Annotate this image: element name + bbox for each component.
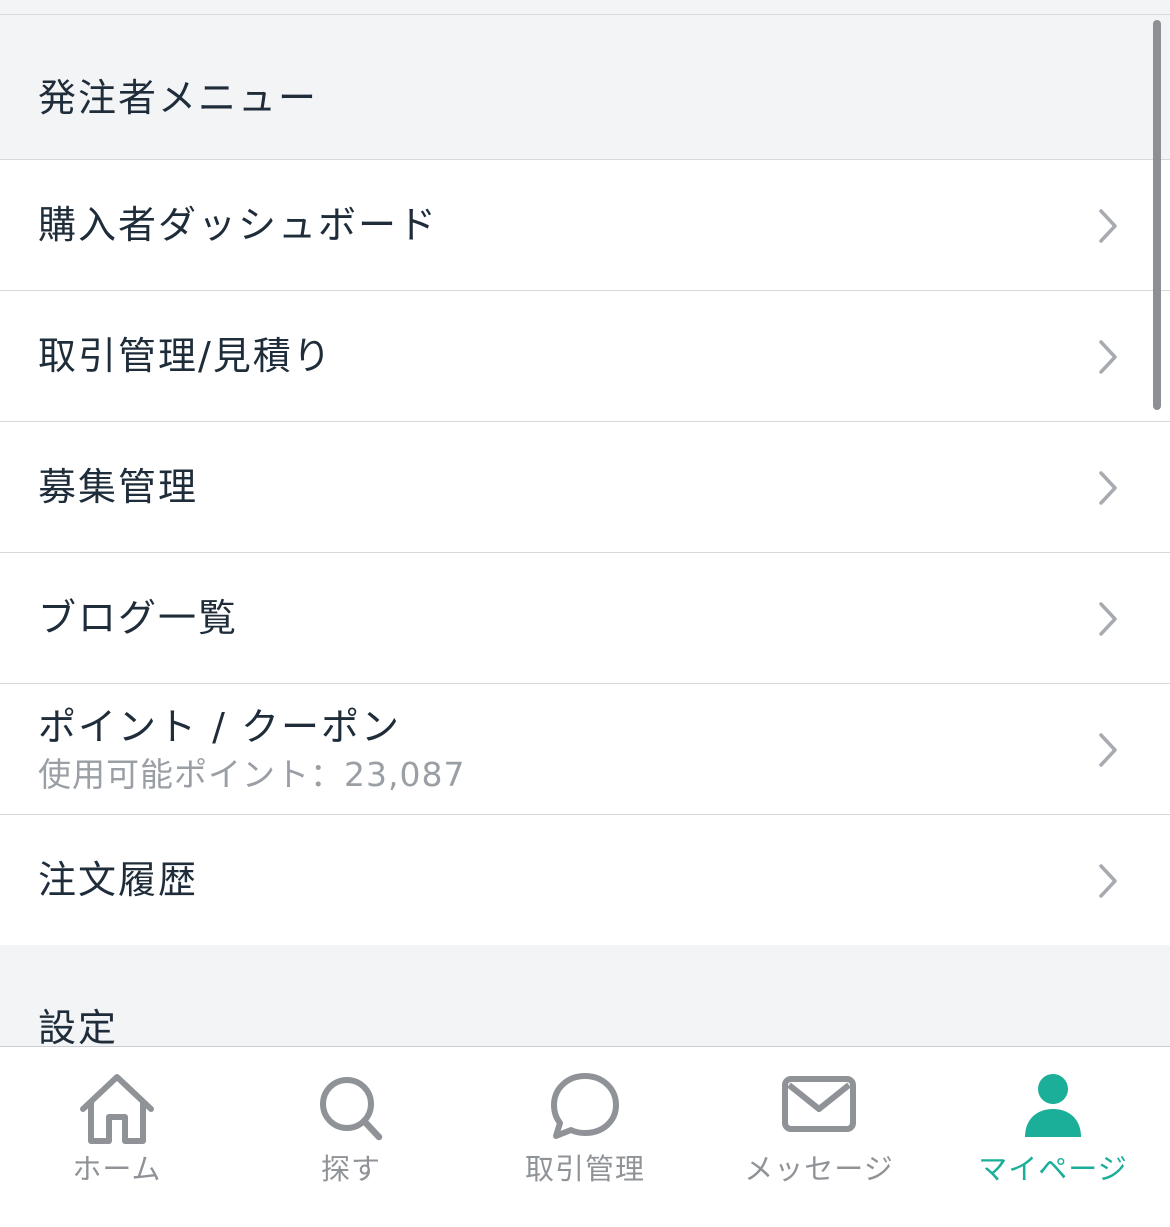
- tab-label: 探す: [320, 1152, 381, 1186]
- menu-item-order-history[interactable]: 注文履歴: [0, 815, 1170, 946]
- home-icon: [80, 1074, 154, 1144]
- menu-item-points-coupons[interactable]: ポイント / クーポン 使用可能ポイント：23,087: [0, 684, 1170, 815]
- menu-scroll-area[interactable]: 発注者メニュー 購入者ダッシュボード 取引管理/見積り 募集管理 ブログ一覧 ポ…: [0, 0, 1170, 1046]
- tab-search[interactable]: 探す: [234, 1047, 468, 1227]
- section-title: 発注者メニュー: [38, 76, 319, 120]
- tab-mypage[interactable]: マイページ: [936, 1047, 1170, 1227]
- bottom-tab-bar: ホーム 探す 取引管理 メッセージ マイページ: [0, 1046, 1170, 1227]
- menu-item-blog-list[interactable]: ブログ一覧: [0, 553, 1170, 684]
- menu-item-label: 取引管理/見積り: [38, 334, 333, 378]
- chevron-right-icon: [1099, 471, 1117, 505]
- mypage-screen: 発注者メニュー 購入者ダッシュボード 取引管理/見積り 募集管理 ブログ一覧 ポ…: [0, 0, 1170, 1227]
- chevron-right-icon: [1099, 733, 1117, 767]
- vertical-scrollbar[interactable]: [1153, 20, 1161, 410]
- menu-item-label: ブログ一覧: [38, 596, 239, 640]
- chevron-right-icon: [1099, 340, 1117, 374]
- tab-messages[interactable]: メッセージ: [702, 1047, 936, 1227]
- tab-home[interactable]: ホーム: [0, 1047, 234, 1227]
- section-header-settings: 設定: [0, 945, 1170, 1046]
- menu-item-label: 募集管理: [38, 465, 199, 509]
- section-header-orderer-menu: 発注者メニュー: [0, 15, 1170, 160]
- menu-item-recruitment-management[interactable]: 募集管理: [0, 422, 1170, 553]
- search-icon: [320, 1077, 383, 1141]
- chat-bubble-icon: [551, 1073, 619, 1139]
- section-title: 設定: [38, 1006, 119, 1046]
- menu-item-transactions-quotes[interactable]: 取引管理/見積り: [0, 291, 1170, 422]
- person-icon: [1025, 1074, 1081, 1137]
- available-points-text: 使用可能ポイント：23,087: [38, 755, 466, 794]
- chevron-right-icon: [1099, 602, 1117, 636]
- menu-item-label: 注文履歴: [38, 858, 199, 902]
- chevron-right-icon: [1099, 209, 1117, 243]
- menu-item-label: ポイント / クーポン: [38, 705, 401, 749]
- tab-label: ホーム: [72, 1152, 162, 1186]
- tab-label: メッセージ: [744, 1152, 894, 1186]
- tab-transactions[interactable]: 取引管理: [468, 1047, 702, 1227]
- tab-label: 取引管理: [524, 1152, 645, 1186]
- menu-item-label: 購入者ダッシュボード: [38, 203, 439, 247]
- chevron-right-icon: [1099, 864, 1117, 898]
- tab-label: マイページ: [978, 1152, 1128, 1186]
- menu-item-buyer-dashboard[interactable]: 購入者ダッシュボード: [0, 160, 1170, 291]
- mail-icon: [782, 1076, 856, 1132]
